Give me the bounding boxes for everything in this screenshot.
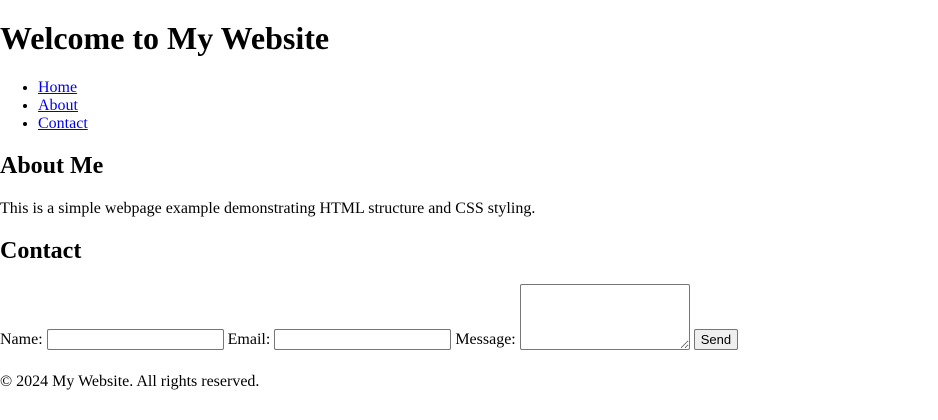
about-text: This is a simple webpage example demonst… (0, 200, 536, 217)
contact-form: Name: Email: Message: Send (0, 284, 739, 350)
name-label: Name: (0, 331, 43, 348)
send-button[interactable]: Send (693, 329, 739, 350)
footer-text: © 2024 My Website. All rights reserved. (0, 373, 260, 390)
nav-link-contact[interactable]: Contact (38, 115, 88, 132)
email-label: Email: (227, 331, 271, 348)
message-field[interactable] (519, 284, 690, 350)
name-field[interactable] (46, 329, 224, 350)
email-field[interactable] (274, 329, 452, 350)
page-title: Welcome to My Website (0, 20, 330, 56)
nav-link-about[interactable]: About (38, 97, 78, 114)
about-heading: About Me (0, 153, 104, 179)
message-label: Message: (455, 331, 516, 348)
nav-item-contact: Contact (38, 115, 88, 133)
nav-list: Home About Contact (0, 79, 88, 133)
page: Welcome to My Website Home About Contact… (0, 0, 938, 420)
nav-item-home: Home (38, 79, 88, 97)
nav-link-home[interactable]: Home (38, 79, 77, 96)
nav-item-about: About (38, 97, 88, 115)
contact-heading: Contact (0, 238, 82, 264)
